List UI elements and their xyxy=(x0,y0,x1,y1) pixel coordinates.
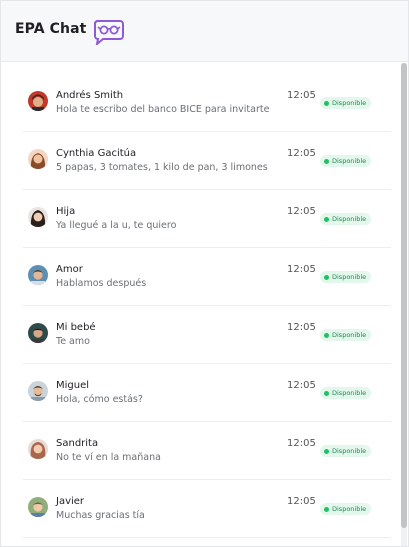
status-label: Disponible xyxy=(332,99,367,107)
chat-row-javier[interactable]: Javier Muchas gracias tía 12:05 Disponib… xyxy=(23,480,391,538)
chat-row-miguel[interactable]: Miguel Hola, cómo estás? 12:05 Disponibl… xyxy=(23,364,391,422)
contact-name: Hija xyxy=(56,206,76,217)
status-badge: Disponible xyxy=(320,387,372,399)
status-dot-icon xyxy=(324,448,329,454)
status-badge: Disponible xyxy=(320,329,372,341)
avatar-girl-dark-hair xyxy=(28,207,48,227)
contact-name: Miguel xyxy=(56,380,90,391)
chat-row-amor[interactable]: Amor Hablamos después 12:05 Disponible xyxy=(23,248,391,306)
contact-name: Sandrita xyxy=(56,438,99,449)
status-dot-icon xyxy=(324,390,329,396)
status-dot-icon xyxy=(324,274,329,280)
status-badge: Disponible xyxy=(320,97,372,109)
status-dot-icon xyxy=(324,158,329,164)
message-time: 12:05 xyxy=(287,90,316,101)
avatar-man-blue xyxy=(28,265,48,285)
status-badge: Disponible xyxy=(320,155,372,167)
contact-name: Cynthia Gacitúa xyxy=(56,148,137,159)
avatar-boy-dark xyxy=(28,323,48,343)
status-badge: Disponible xyxy=(320,503,372,515)
status-badge: Disponible xyxy=(320,445,372,457)
status-dot-icon xyxy=(324,506,329,512)
message-time: 12:05 xyxy=(287,380,316,391)
message-preview: Hablamos después xyxy=(56,278,147,289)
message-preview: No te ví en la mañana xyxy=(56,452,161,463)
status-dot-icon xyxy=(324,100,329,106)
status-dot-icon xyxy=(324,216,329,222)
contact-name: Amor xyxy=(56,264,83,275)
contact-name: Javier xyxy=(56,496,85,507)
message-preview: Ya llegué a la u, te quiero xyxy=(56,220,177,231)
status-label: Disponible xyxy=(332,447,367,455)
message-preview: Muchas gracias tía xyxy=(56,510,145,521)
message-preview: 5 papas, 3 tomates, 1 kilo de pan, 3 lim… xyxy=(56,162,268,173)
app-header: EPA Chat xyxy=(1,1,408,62)
contact-name: Mi bebé xyxy=(56,322,96,333)
status-label: Disponible xyxy=(332,273,367,281)
message-time: 12:05 xyxy=(287,148,316,159)
chat-row-hija[interactable]: Hija Ya llegué a la u, te quiero 12:05 D… xyxy=(23,190,391,248)
message-time: 12:05 xyxy=(287,438,316,449)
avatar-man-beard xyxy=(28,381,48,401)
status-label: Disponible xyxy=(332,331,367,339)
scrollbar-thumb[interactable] xyxy=(401,63,407,528)
message-preview: Hola, cómo estás? xyxy=(56,394,143,405)
status-label: Disponible xyxy=(332,215,367,223)
chat-row-sandrita[interactable]: Sandrita No te ví en la mañana 12:05 Dis… xyxy=(23,422,391,480)
message-preview: Hola te escribo del banco BICE para invi… xyxy=(56,104,270,115)
chat-row-andres-smith[interactable]: Andrés Smith Hola te escribo del banco B… xyxy=(23,74,391,132)
avatar-woman-curly xyxy=(28,439,48,459)
status-dot-icon xyxy=(324,332,329,338)
status-badge: Disponible xyxy=(320,213,372,225)
message-preview: Te amo xyxy=(56,336,90,347)
message-time: 12:05 xyxy=(287,264,316,275)
message-time: 12:05 xyxy=(287,206,316,217)
chat-row-mi-bebe[interactable]: Mi bebé Te amo 12:05 Disponible xyxy=(23,306,391,364)
contact-name: Andrés Smith xyxy=(56,90,124,101)
vertical-scrollbar[interactable] xyxy=(401,63,407,546)
status-label: Disponible xyxy=(332,389,367,397)
app-title: EPA Chat xyxy=(15,21,87,37)
avatar-boy-green xyxy=(28,497,48,517)
message-time: 12:05 xyxy=(287,496,316,507)
avatar-woman-brown-hair xyxy=(28,149,48,169)
status-label: Disponible xyxy=(332,157,367,165)
chat-window: EPA Chat Andrés Smith Hola te escribo de… xyxy=(0,0,409,547)
chat-row-cynthia-gacitua[interactable]: Cynthia Gacitúa 5 papas, 3 tomates, 1 ki… xyxy=(23,132,391,190)
status-badge: Disponible xyxy=(320,271,372,283)
message-time: 12:05 xyxy=(287,322,316,333)
chat-glasses-icon xyxy=(93,18,124,47)
status-label: Disponible xyxy=(332,505,367,513)
avatar-man-dark-hair xyxy=(28,91,48,111)
